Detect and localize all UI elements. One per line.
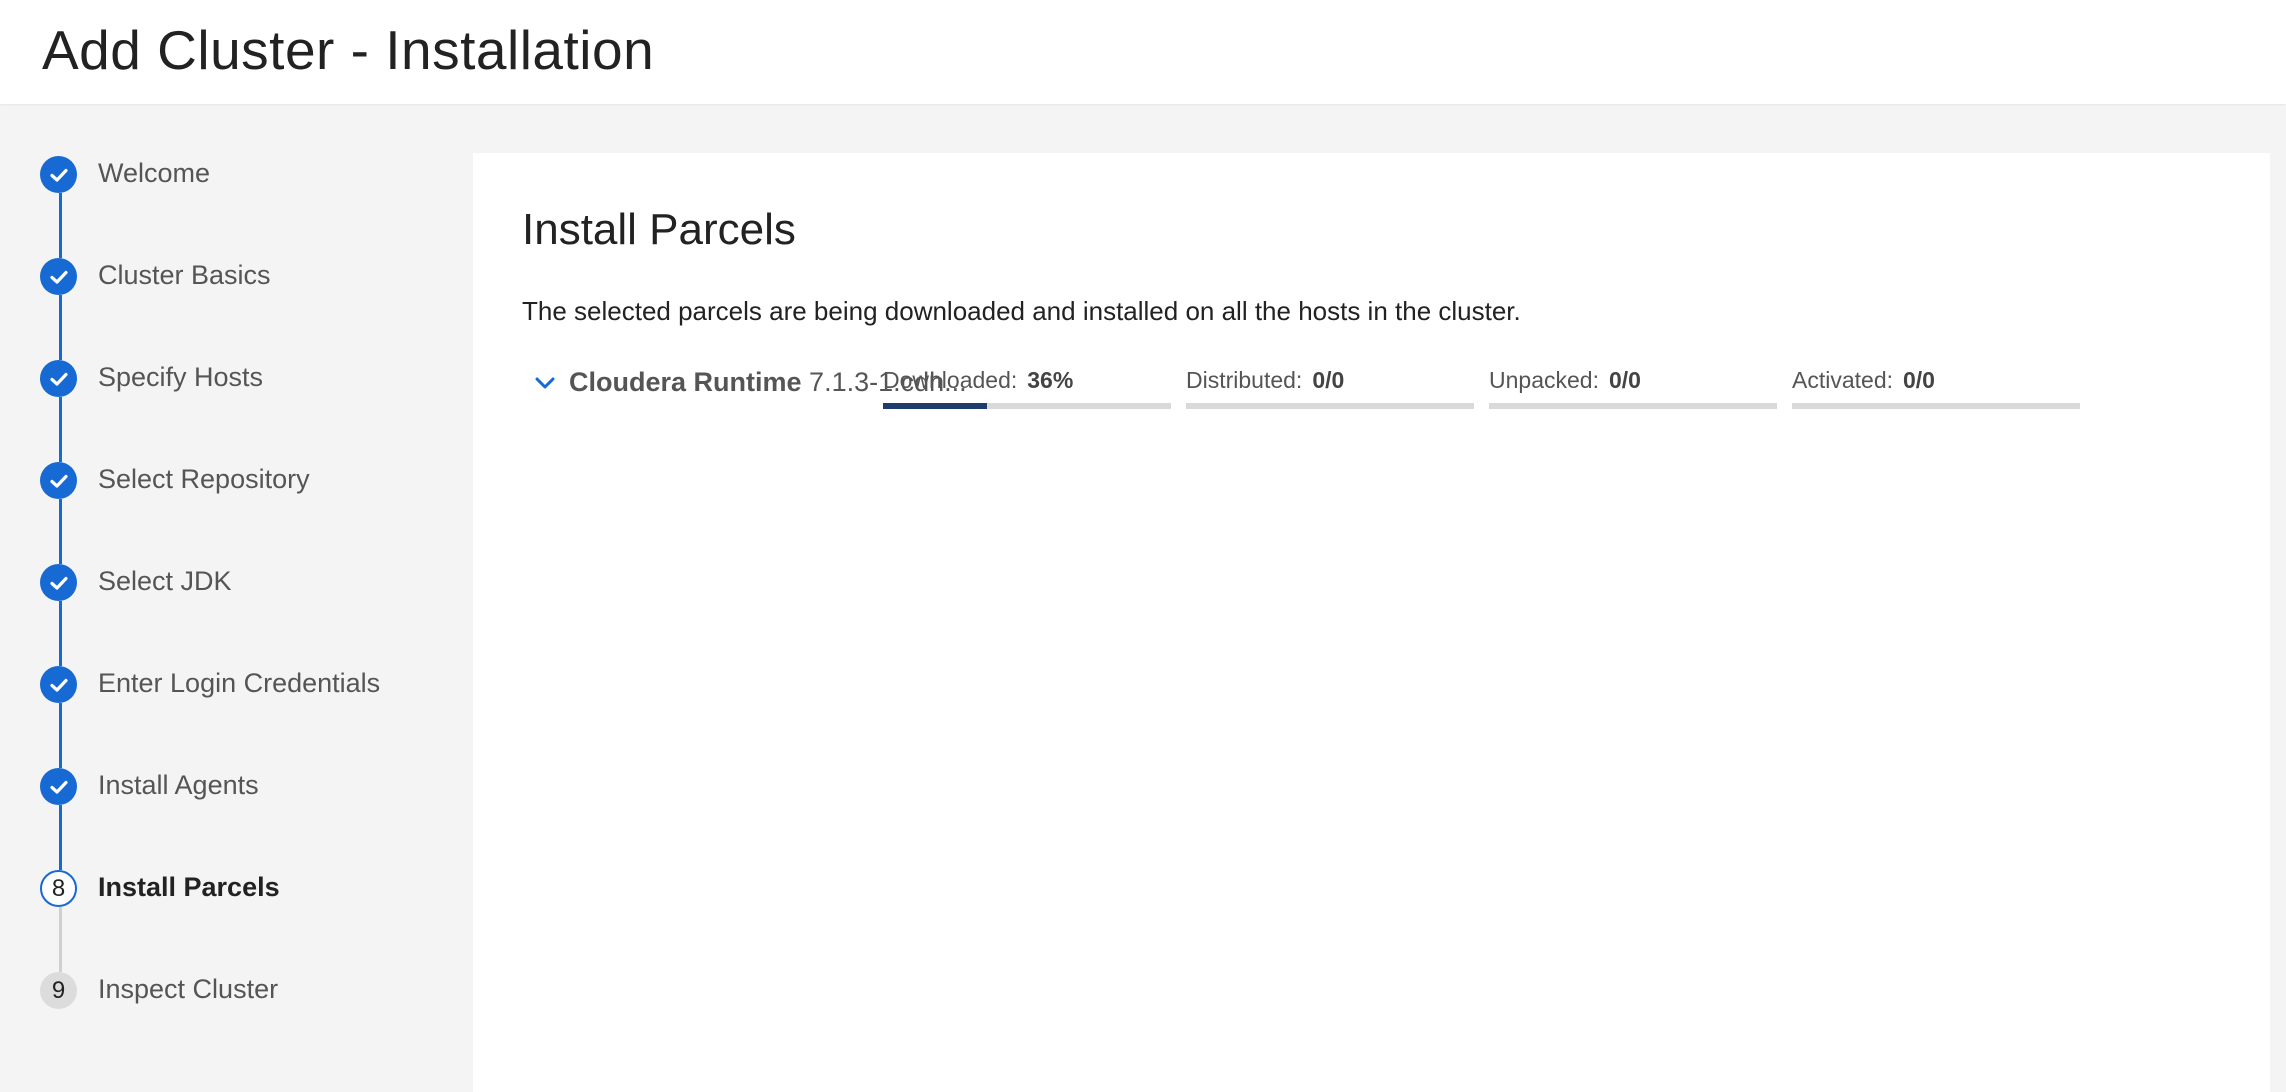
step-label: Select Repository [98, 464, 310, 494]
stat-distributed: Distributed: 0/0 [1186, 367, 1474, 409]
check-icon [40, 564, 77, 601]
check-icon [40, 258, 77, 295]
parcel-product: Cloudera Runtime [569, 367, 802, 397]
progress-fill [883, 403, 987, 409]
stat-label: Downloaded: [883, 367, 1018, 393]
check-icon [40, 462, 77, 499]
section-description: The selected parcels are being downloade… [522, 296, 1521, 326]
chevron-down-icon[interactable] [533, 371, 557, 395]
stat-activated: Activated: 0/0 [1792, 367, 2080, 409]
stat-unpacked: Unpacked: 0/0 [1489, 367, 1777, 409]
step-specify-hosts[interactable]: Specify Hosts [40, 348, 460, 408]
stat-downloaded: Downloaded: 36% [883, 367, 1171, 409]
page-title: Add Cluster - Installation [42, 19, 655, 81]
parcel-row: Cloudera Runtime 7.1.3-1.cdh... Download… [533, 361, 2233, 421]
progress-bar [1489, 403, 1777, 409]
stat-label: Distributed: [1186, 367, 1303, 393]
step-label: Inspect Cluster [98, 974, 279, 1004]
step-label: Select JDK [98, 566, 232, 596]
step-welcome[interactable]: Welcome [40, 144, 460, 204]
check-icon [40, 666, 77, 703]
step-cluster-basics[interactable]: Cluster Basics [40, 246, 460, 306]
step-inspect-cluster: 9 Inspect Cluster [40, 960, 460, 1020]
stat-value: 0/0 [1903, 367, 1935, 393]
stat-value: 36% [1027, 367, 1074, 393]
step-label: Specify Hosts [98, 362, 264, 392]
step-select-repository[interactable]: Select Repository [40, 450, 460, 510]
wizard-stepper: Welcome Cluster Basics Specify Hosts Sel… [0, 104, 472, 1092]
stat-label: Unpacked: [1489, 367, 1599, 393]
step-enter-login-credentials[interactable]: Enter Login Credentials [40, 654, 460, 714]
section-title: Install Parcels [522, 205, 796, 254]
check-icon [40, 768, 77, 805]
step-install-agents[interactable]: Install Agents [40, 756, 460, 816]
step-label: Cluster Basics [98, 260, 271, 290]
progress-bar [883, 403, 1171, 409]
step-label: Welcome [98, 158, 211, 188]
step-select-jdk[interactable]: Select JDK [40, 552, 460, 612]
check-icon [40, 156, 77, 193]
stat-value: 0/0 [1608, 367, 1641, 393]
step-number: 8 [40, 870, 77, 907]
stat-value: 0/0 [1312, 367, 1345, 393]
step-label: Install Agents [98, 770, 259, 800]
progress-bar [1792, 403, 2080, 409]
main-panel: Install Parcels The selected parcels are… [473, 153, 2270, 1092]
step-number: 9 [40, 972, 77, 1009]
stat-label: Activated: [1792, 367, 1893, 393]
step-label: Install Parcels [98, 872, 280, 902]
step-install-parcels[interactable]: 8 Install Parcels [40, 858, 460, 918]
page-header: Add Cluster - Installation [0, 0, 2286, 104]
step-label: Enter Login Credentials [98, 668, 381, 698]
check-icon [40, 360, 77, 397]
progress-bar [1186, 403, 1474, 409]
